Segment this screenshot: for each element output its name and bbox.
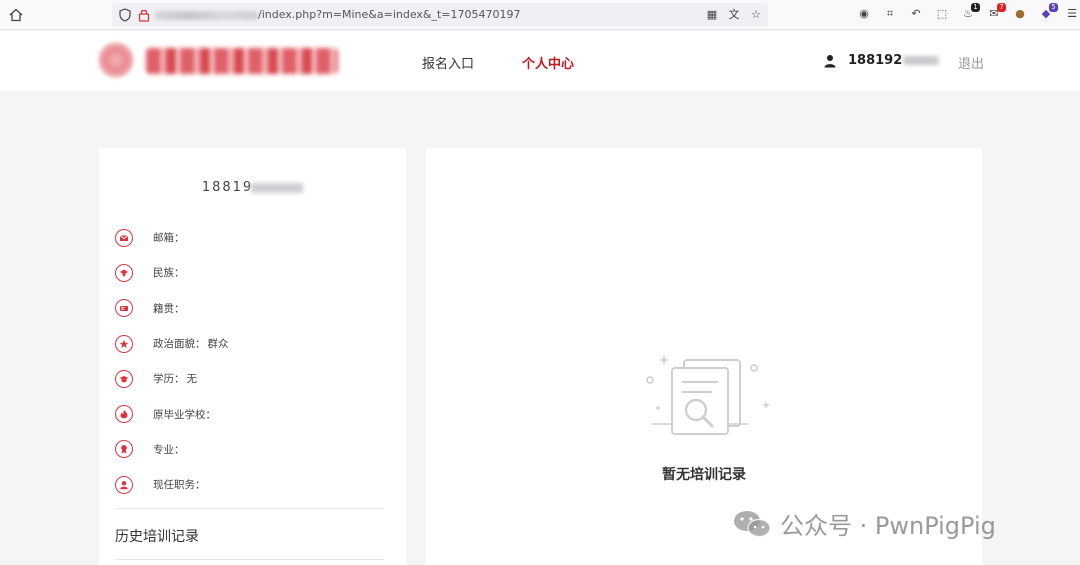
logo-seal[interactable]	[98, 42, 134, 78]
info-row-education: 学历： 无	[115, 361, 385, 396]
translate-icon[interactable]: 文	[726, 7, 742, 23]
extension-3-icon[interactable]: ◆ 5	[1038, 3, 1058, 22]
info-label: 邮箱：	[153, 232, 185, 245]
profile-info-list: 邮箱： 民族： 籍贯： 政治面貌： 群众 学历： 无 原毕业学校： 专业： 现任…	[115, 220, 385, 502]
profile-card: 18819 邮箱： 民族： 籍贯： 政治面貌： 群众 学历： 无 原毕业学校： …	[99, 148, 406, 565]
bookmark-star-icon[interactable]: ☆	[748, 7, 764, 23]
puzzle-icon[interactable]: ⬚	[934, 6, 950, 22]
info-row-email: 邮箱：	[115, 220, 385, 255]
info-label: 现任职务：	[153, 479, 206, 492]
info-label: 学历：	[153, 373, 185, 386]
crop-icon[interactable]: ⌗	[882, 6, 898, 22]
wechat-icon	[734, 510, 771, 537]
hometown-icon	[115, 299, 133, 318]
main-nav: 报名入口 个人中心	[422, 53, 574, 72]
info-row-political-status: 政治面貌： 群众	[115, 326, 385, 361]
nav-registration[interactable]: 报名入口	[422, 53, 474, 72]
major-icon	[115, 440, 133, 459]
info-label: 原毕业学校：	[153, 408, 216, 421]
home-icon[interactable]	[8, 7, 24, 23]
empty-document-icon	[646, 356, 769, 435]
extension-1-icon[interactable]: ♨ 1	[960, 3, 980, 22]
logout-link[interactable]: 退出	[958, 53, 984, 72]
profile-id-text: 18819	[201, 180, 254, 195]
position-icon	[115, 475, 133, 494]
address-bar[interactable]: /index.php?m=Mine&a=index&_t=1705470197 …	[112, 3, 768, 27]
divider	[115, 559, 384, 560]
undo-icon[interactable]: ↶	[908, 6, 924, 22]
nav-personal-center[interactable]: 个人中心	[522, 53, 574, 72]
extension-3-badge: 5	[1049, 3, 1058, 12]
user-name-blurred	[903, 56, 940, 65]
browser-toolbar: /index.php?m=Mine&a=index&_t=1705470197 …	[0, 0, 1080, 30]
training-records-panel: 暂无培训记录	[426, 148, 982, 565]
empty-state-text: 暂无培训记录	[662, 467, 746, 483]
extension-2-icon[interactable]: ✉ 7	[986, 3, 1006, 22]
watermark: 公众号 · PwnPigPig	[732, 506, 996, 541]
extension-1-badge: 1	[971, 3, 980, 12]
info-label: 民族：	[153, 267, 185, 280]
school-icon	[115, 405, 133, 424]
info-row-graduated-school: 原毕业学校：	[115, 396, 385, 431]
blurred-domain	[154, 11, 258, 20]
info-label: 专业：	[153, 443, 185, 456]
user-icon	[824, 54, 836, 67]
ethnicity-icon	[115, 263, 133, 282]
menu-icon[interactable]: ☰	[1064, 6, 1080, 22]
history-training-title[interactable]: 历史培训记录	[115, 526, 199, 546]
lock-icon[interactable]	[138, 8, 150, 22]
profile-id: 18819	[99, 180, 406, 195]
info-row-ethnicity: 民族：	[115, 255, 385, 290]
account-icon[interactable]: ◉	[856, 6, 872, 22]
cookie-icon[interactable]: ●	[1012, 6, 1028, 22]
watermark-text: 公众号 · PwnPigPig	[780, 512, 996, 540]
profile-id-blurred	[251, 182, 304, 193]
user-name: 188192	[848, 53, 903, 68]
info-row-major: 专业：	[115, 432, 385, 467]
extension-2-badge: 7	[997, 3, 1006, 12]
logo-text-blurred[interactable]	[146, 48, 338, 74]
party-icon	[115, 334, 133, 353]
qr-code-icon[interactable]: ▦	[704, 7, 720, 23]
info-label: 籍贯：	[153, 302, 185, 315]
info-row-hometown: 籍贯：	[115, 291, 385, 326]
info-row-current-position: 现任职务：	[115, 467, 385, 502]
info-value: 群众	[207, 338, 229, 351]
extensions-area: ◉ ⌗ ↶ ⬚ ♨ 1 ✉ 7 ● ◆ 5 ☰	[856, 3, 1080, 22]
info-label: 政治面貌：	[153, 338, 206, 351]
graduation-cap-icon	[115, 369, 133, 388]
shield-icon[interactable]	[118, 8, 132, 22]
user-area[interactable]: 188192	[824, 53, 940, 68]
email-icon	[115, 228, 133, 247]
divider	[115, 508, 384, 509]
site-header: 报名入口 个人中心 188192 退出	[0, 31, 1080, 91]
url-path: /index.php?m=Mine&a=index&_t=1705470197	[258, 8, 521, 21]
info-value: 无	[186, 373, 198, 386]
